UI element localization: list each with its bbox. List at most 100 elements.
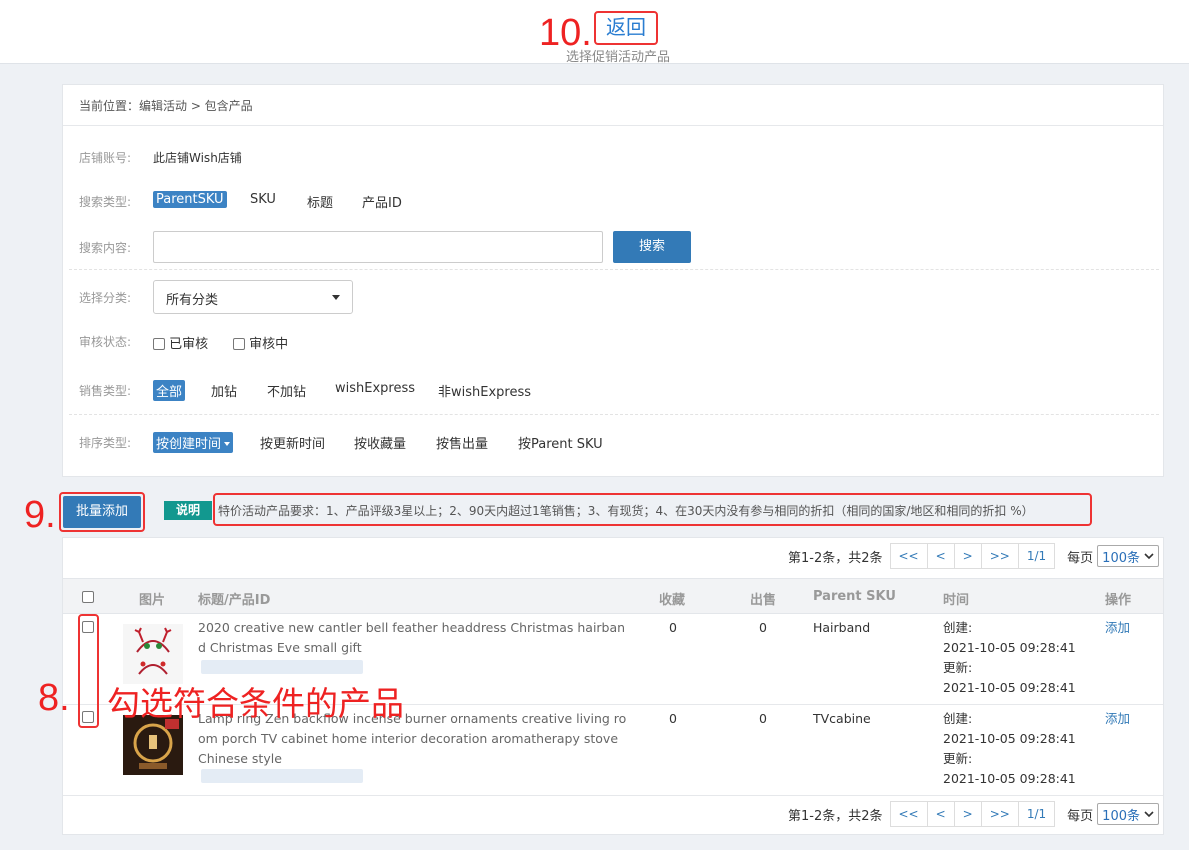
breadcrumb: 当前位置：编辑活动 > 包含产品 [79, 99, 253, 113]
current-page: 1/1 [1017, 801, 1056, 827]
pagination-top: 第1-2条，共2条 << < > >> 1/1 每页 100条 [788, 542, 1159, 570]
product-image-hairband [123, 624, 183, 684]
pagination-summary: 第1-2条，共2条 [787, 550, 883, 566]
filter-panel: 当前位置：编辑活动 > 包含产品 店铺账号: 此店铺Wish店铺 搜索类型: P… [62, 84, 1164, 477]
back-link[interactable]: 返回 [596, 12, 656, 44]
product-id-blurred [201, 660, 363, 674]
sort-by-favorites[interactable]: 按收藏量 [351, 432, 409, 453]
column-header-parent-sku: Parent SKU [813, 589, 896, 604]
category-value: 所有分类 [166, 293, 219, 308]
step-8-instruction: 勾选符合条件的产品 [107, 684, 404, 723]
sales-type-label: 销售类型: [79, 384, 132, 398]
search-type-label: 搜索类型: [79, 195, 132, 209]
column-header-favorites: 收藏 [659, 593, 686, 608]
per-page-select[interactable]: 100条 [1097, 803, 1159, 825]
table-header: 图片 标题/产品ID 收藏 出售 Parent SKU 时间 操作 [63, 578, 1163, 614]
step-8-label: 8. [38, 677, 70, 719]
step-9-label: 9. [24, 494, 56, 536]
sales-type-wishexpress[interactable]: wishExpress [332, 380, 418, 397]
dashed-divider [69, 269, 1159, 270]
first-page-button[interactable]: << [889, 801, 928, 827]
search-type-title[interactable]: 标题 [304, 191, 336, 212]
category-label: 选择分类: [79, 291, 132, 305]
add-product-link[interactable]: 添加 [1105, 618, 1130, 638]
sort-type-label: 排序类型: [79, 436, 132, 450]
sort-by-parent-sku[interactable]: 按Parent SKU [515, 432, 606, 453]
search-type-sku[interactable]: SKU [247, 191, 279, 208]
sort-by-created[interactable]: 按创建时间 [153, 432, 234, 453]
sales-type-diamond[interactable]: 加钻 [208, 380, 240, 401]
category-select[interactable]: 所有分类 [153, 280, 353, 314]
review-label: 审核状态: [79, 335, 132, 349]
dashed-divider [69, 414, 1159, 415]
review-approved-label: 已审核 [169, 337, 209, 352]
search-type-product-id[interactable]: 产品ID [359, 191, 405, 212]
current-page: 1/1 [1017, 543, 1056, 569]
updated-time: 2021-10-05 09:28:41 [943, 680, 1076, 695]
sort-by-created-label: 按创建时间 [156, 437, 222, 452]
add-product-link[interactable]: 添加 [1105, 709, 1130, 729]
updated-label: 更新: [943, 751, 973, 766]
per-page-label: 每页 [1067, 808, 1094, 824]
created-time: 2021-10-05 09:28:41 [943, 731, 1076, 746]
column-header-image: 图片 [139, 593, 166, 608]
parent-sku: Hairband [813, 620, 871, 635]
created-time: 2021-10-05 09:28:41 [943, 640, 1076, 655]
store-label: 店铺账号: [79, 151, 132, 165]
search-button[interactable]: 搜索 [613, 231, 691, 263]
column-header-action: 操作 [1105, 593, 1132, 608]
column-header-sold: 出售 [750, 593, 777, 608]
select-all-checkbox[interactable] [82, 591, 94, 603]
divider [63, 125, 1163, 126]
review-pending-label: 审核中 [249, 337, 289, 352]
search-input[interactable] [153, 231, 603, 263]
review-approved-checkbox[interactable] [153, 338, 165, 350]
note-badge: 说明 [164, 501, 212, 520]
note-text: 特价活动产品要求：1、产品评级3星以上；2、90天内超过1笔销售；3、有现货；4… [218, 504, 1034, 518]
favorites-count: 0 [669, 711, 677, 726]
prev-page-button[interactable]: < [926, 543, 955, 569]
last-page-button[interactable]: >> [980, 543, 1019, 569]
sold-count: 0 [759, 711, 767, 726]
review-pending-option[interactable]: 审核中 [233, 333, 288, 352]
sort-by-updated[interactable]: 按更新时间 [257, 432, 328, 453]
pagination-summary: 第1-2条，共2条 [787, 808, 883, 824]
annotation-box-checkboxes [78, 614, 99, 728]
created-label: 创建: [943, 620, 973, 635]
prev-page-button[interactable]: < [926, 801, 955, 827]
per-page-select[interactable]: 100条 [1097, 545, 1159, 567]
chevron-down-icon [1144, 553, 1154, 560]
pagination-bottom: 第1-2条，共2条 << < > >> 1/1 每页 100条 [788, 800, 1159, 828]
sales-type-no-diamond[interactable]: 不加钻 [264, 380, 309, 401]
per-page-label: 每页 [1067, 550, 1094, 566]
next-page-button[interactable]: > [953, 543, 982, 569]
review-pending-checkbox[interactable] [233, 338, 245, 350]
next-page-button[interactable]: > [953, 801, 982, 827]
search-type-parentsku[interactable]: ParentSKU [153, 191, 227, 208]
caret-down-icon [224, 442, 231, 446]
created-label: 创建: [943, 711, 973, 726]
per-page-value: 100条 [1102, 808, 1140, 824]
first-page-button[interactable]: << [889, 543, 928, 569]
chevron-down-icon [1144, 811, 1154, 818]
column-header-title: 标题/产品ID [198, 593, 271, 608]
sort-by-sold[interactable]: 按售出量 [433, 432, 491, 453]
favorites-count: 0 [669, 620, 677, 635]
chevron-down-icon [332, 295, 340, 300]
product-title: 2020 creative new cantler bell feather h… [198, 620, 626, 655]
column-header-time: 时间 [943, 593, 970, 608]
last-page-button[interactable]: >> [980, 801, 1019, 827]
store-value: 此店铺Wish店铺 [153, 151, 242, 165]
sales-type-all[interactable]: 全部 [153, 380, 186, 401]
review-approved-option[interactable]: 已审核 [153, 333, 208, 352]
updated-time: 2021-10-05 09:28:41 [943, 771, 1076, 786]
product-id-blurred [201, 769, 363, 783]
page-subtitle: 选择促销活动产品 [566, 50, 671, 65]
sold-count: 0 [759, 620, 767, 635]
updated-label: 更新: [943, 660, 973, 675]
sales-type-non-wishexpress[interactable]: 非wishExpress [435, 380, 534, 401]
parent-sku: TVcabine [813, 711, 871, 726]
bulk-add-button[interactable]: 批量添加 [63, 496, 141, 528]
search-content-label: 搜索内容: [79, 241, 132, 255]
per-page-value: 100条 [1102, 550, 1140, 566]
